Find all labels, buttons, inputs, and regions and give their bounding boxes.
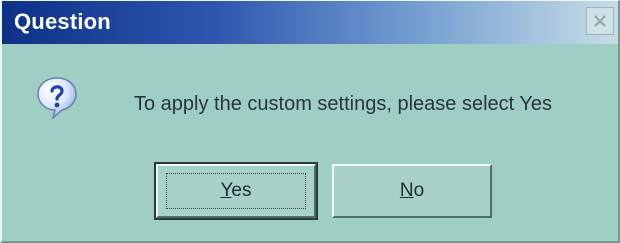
focus-rectangle (166, 173, 306, 209)
no-mnemonic: N (399, 180, 414, 201)
question-dialog: Question To apply the custom settings, p… (0, 0, 620, 243)
yes-button[interactable]: Yes (154, 162, 318, 220)
no-label-rest: o (413, 180, 425, 201)
title-bar[interactable]: Question (2, 1, 618, 44)
question-icon (34, 75, 80, 121)
dialog-title: Question (14, 9, 111, 34)
close-button[interactable] (586, 7, 614, 35)
no-button[interactable]: No (332, 164, 492, 218)
dialog-message: To apply the custom settings, please sel… (134, 93, 553, 115)
no-label: No (400, 180, 424, 202)
close-icon (593, 14, 607, 28)
